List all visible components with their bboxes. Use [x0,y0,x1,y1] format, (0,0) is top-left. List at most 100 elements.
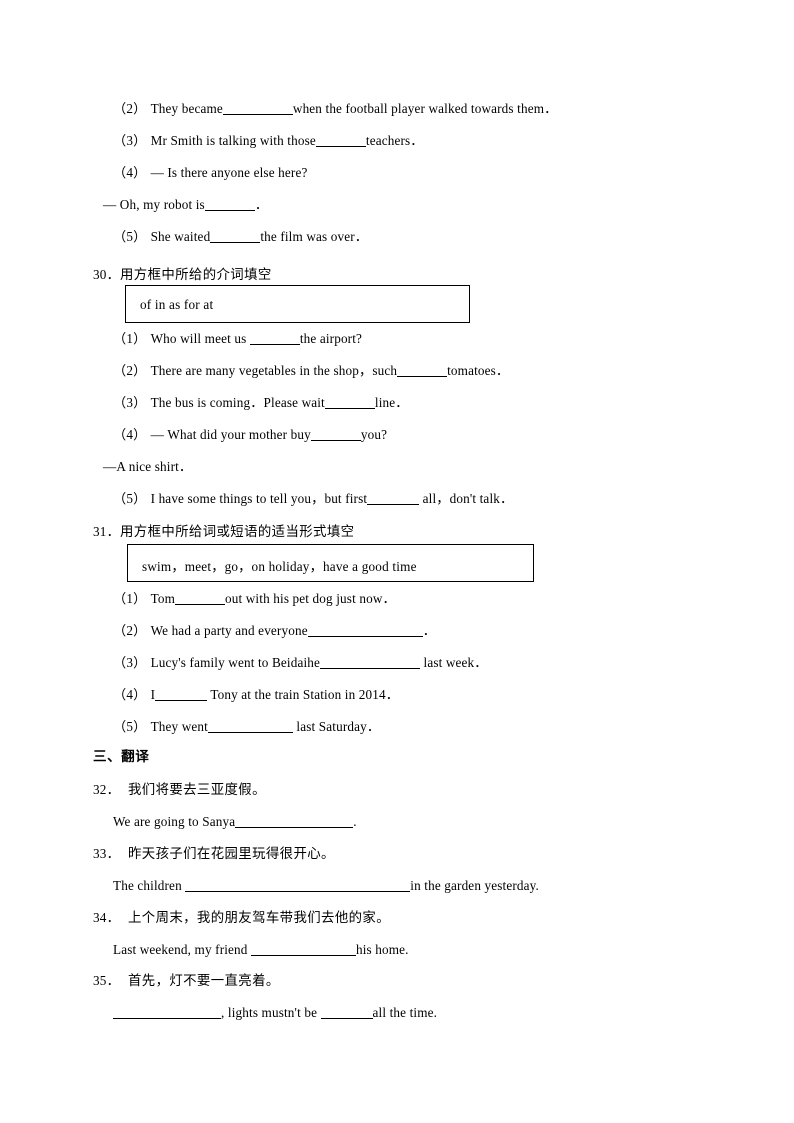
item-text-after: all，don't talk． [419,491,514,506]
question-35: 35． 首先，灯不要一直亮着。 [93,972,280,991]
item-label: （2） [113,363,147,378]
answer-text-before: Last weekend, my friend [113,942,251,957]
question-number: 35． [93,973,120,988]
item-text-before: Lucy's family went to Beidaihe [150,655,321,670]
answer-text-before: We are going to Sanya [113,814,236,829]
item-label: （4） [113,165,147,180]
question-34: 34． 上个周末，我的朋友驾车带我们去他的家。 [93,909,390,928]
question-line: （5） I have some things to tell you，but fi… [113,490,513,508]
question-line: （4） — Is there anyone else here? [113,164,307,182]
answer-text-after: in the garden yesterday. [410,878,539,893]
answer-text-before: The children [113,878,186,893]
item-text-after: ． [254,197,269,212]
fill-blank [251,943,356,956]
question-line: （2） We had a party and everyone ． [113,622,436,640]
fill-blank [113,1006,221,1019]
fill-blank [324,396,375,409]
item-text-after: you? [360,427,388,442]
question-chinese-text: 首先，灯不要一直亮着。 [127,974,280,989]
question-line: （1） Tom out with his pet dog just now． [113,590,396,608]
question-number: 34． [93,910,120,925]
worksheet-page: （2） They became when the football player w… [0,0,794,1123]
question-line: （3） The bus is coming．Please wait line． [113,394,409,412]
question-line-continuation: — Oh, my robot is ． [103,196,268,214]
question-number: 31． [93,524,120,539]
question-number: 32． [93,782,120,797]
item-text-after: line． [374,395,409,410]
question-line: （5） She waited the film was over． [113,228,368,246]
item-label: （5） [113,719,147,734]
item-text-before: Tom [150,591,176,606]
question-line: （2） They became when the football player w… [113,100,557,118]
item-label: （5） [113,229,147,244]
word-bank-box-30: of in as for at [125,285,470,323]
item-text-before: They went [150,719,208,734]
answer-text-mid: , lights mustn't be [221,1005,321,1020]
item-text-after: Tony at the train Station in 2014． [207,687,400,702]
item-text-after: tomatoes． [447,363,510,378]
fill-blank [222,102,293,115]
item-text-before: — Is there anyone else here? [150,165,308,180]
item-text-before: They became [150,101,223,116]
fill-blank [155,688,208,701]
item-label: （4） [113,687,147,702]
item-text-after: last week． [420,655,488,670]
item-text-before: —A nice shirt． [103,459,193,474]
question-34-answer-line: Last weekend, my friend his home. [113,941,409,959]
fill-blank [207,720,293,733]
item-text-before: Mr Smith is talking with those [150,133,316,148]
question-35-answer-line: , lights mustn't be all the time. [113,1004,437,1022]
question-chinese-text: 上个周末，我的朋友驾车带我们去他的家。 [127,911,391,926]
item-text-after: ． [422,623,437,638]
fill-blank [235,815,354,828]
question-line: （4） I Tony at the train Station in 2014． [113,686,399,704]
question-number: 30． [93,267,120,282]
item-text-before: She waited [150,229,211,244]
item-text-before: We had a party and everyone [150,623,308,638]
word-bank-words: swim，meet，go，on holiday，have a good time [142,559,417,574]
item-text-after: the airport? [299,331,363,346]
word-bank-words: of in as for at [140,297,214,312]
item-text-before: — Oh, my robot is [103,197,205,212]
fill-blank [397,364,448,377]
word-bank-box-31: swim，meet，go，on holiday，have a good time [127,544,534,582]
item-text-after: out with his pet dog just now． [225,591,396,606]
fill-blank [175,592,226,605]
item-text-after: teachers． [365,133,424,148]
item-text-before: I have some things to tell you，but first [150,491,368,506]
question-prompt-text: 用方框中所给的介词填空 [119,268,272,283]
question-line: （3） Mr Smith is talking with those teacher… [113,132,424,150]
question-33-answer-line: The children in the garden yesterday. [113,877,539,895]
item-label: （2） [113,101,147,116]
item-label: （3） [113,655,147,670]
question-chinese-text: 昨天孩子们在花园里玩得很开心。 [127,847,335,862]
fill-blank [307,624,423,637]
section-heading: 三、翻译 [93,749,150,765]
question-line: （3） Lucy's family went to Beidaihe last w… [113,654,488,672]
item-label: （3） [113,133,147,148]
question-line: （5） They went last Saturday． [113,718,380,736]
question-32-answer-line: We are going to Sanya. [113,813,357,831]
fill-blank [249,332,300,345]
question-line: （4） — What did your mother buy you? [113,426,387,444]
item-text-before: — What did your mother buy [150,427,311,442]
answer-text-after: . [353,814,357,829]
question-33: 33． 昨天孩子们在花园里玩得很开心。 [93,845,335,864]
item-label: （2） [113,623,147,638]
question-line: （2） There are many vegetables in the shop… [113,362,509,380]
answer-text-after: all the time. [372,1005,438,1020]
fill-blank [320,1006,373,1019]
fill-blank [310,428,361,441]
question-line-continuation: —A nice shirt． [103,458,192,476]
item-text-after: when the football player walked towards … [292,101,558,116]
item-label: （3） [113,395,147,410]
item-label: （5） [113,491,147,506]
item-text-after: last Saturday． [292,719,381,734]
answer-text-after: his home. [356,942,409,957]
fill-blank [315,134,366,147]
fill-blank [210,230,261,243]
fill-blank [320,656,421,669]
item-label: （1） [113,591,147,606]
question-32: 32． 我们将要去三亚度假。 [93,781,266,800]
question-chinese-text: 我们将要去三亚度假。 [127,783,266,798]
